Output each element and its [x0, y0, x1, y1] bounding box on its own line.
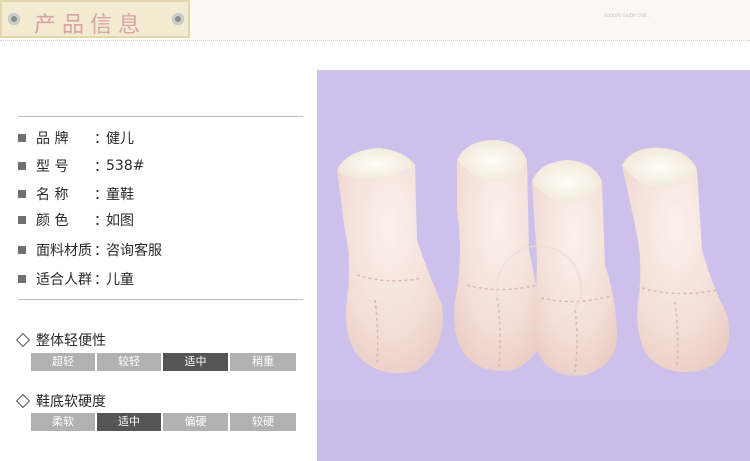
diamond-icon — [15, 393, 31, 409]
sole-option-selected: 适中 — [97, 413, 161, 431]
section-title: 产品信息 — [34, 13, 147, 38]
bullet-square-icon — [18, 275, 26, 283]
diamond-icon — [15, 332, 31, 348]
info-row-audience: 适合人群 ： 儿童 — [18, 270, 134, 288]
bullet-square-icon — [18, 216, 26, 224]
header-fine-print: SOOLOO GIUDIY CUB... — [604, 13, 650, 18]
sole-section-title: 鞋底软硬度 — [15, 391, 106, 411]
bullet-square-icon — [18, 134, 26, 142]
info-colon: ： — [94, 131, 108, 147]
info-row-model: 型 号 ： 538# — [18, 157, 144, 175]
boot-3 — [532, 160, 618, 376]
weight-section-title: 整体轻便性 — [15, 330, 106, 350]
weight-option-selected: 适中 — [163, 353, 228, 371]
bullet-square-icon — [18, 162, 26, 170]
info-value: 咨询客服 — [106, 243, 162, 259]
info-row-color: 颜 色 ： 如图 — [18, 211, 134, 229]
title-plaque: 产品信息 — [0, 0, 190, 38]
divider-top — [18, 116, 303, 117]
bullet-square-icon — [18, 190, 26, 198]
info-value: 如图 — [106, 213, 134, 229]
info-colon: ： — [94, 213, 108, 229]
info-label: 颜 色 — [36, 213, 69, 229]
sole-option: 偏硬 — [163, 413, 228, 431]
info-value: 健儿 — [106, 131, 134, 147]
sole-option: 柔软 — [31, 413, 95, 431]
info-colon: ： — [94, 272, 108, 288]
info-label: 品 牌 — [36, 131, 69, 147]
info-label: 名 称 — [36, 187, 69, 203]
baby-booties-illustration — [337, 140, 730, 376]
weight-option: 超轻 — [31, 353, 95, 371]
weight-option: 稍重 — [230, 353, 296, 371]
info-value: 儿童 — [106, 272, 134, 288]
info-label: 面料材质 — [36, 243, 92, 259]
info-row-brand: 品 牌 ： 健儿 — [18, 129, 134, 147]
sole-option: 较硬 — [230, 413, 296, 431]
header-divider — [0, 40, 750, 41]
info-value: 538# — [106, 158, 145, 174]
info-label: 适合人群 — [36, 272, 92, 288]
boot-2 — [453, 140, 543, 371]
boot-1 — [337, 148, 443, 374]
bullet-square-icon — [18, 246, 26, 254]
pin-icon — [172, 13, 184, 25]
info-colon: ： — [94, 187, 108, 203]
info-row-name: 名 称 ： 童鞋 — [18, 185, 134, 203]
product-photo — [317, 70, 750, 461]
pin-icon — [8, 13, 20, 25]
info-row-material: 面料材质 ： 咨询客服 — [18, 241, 162, 259]
info-colon: ： — [94, 243, 108, 259]
divider-bottom — [18, 299, 303, 300]
weight-option: 较轻 — [97, 353, 161, 371]
boot-4 — [622, 147, 730, 373]
info-colon: ： — [94, 159, 108, 175]
info-value: 童鞋 — [106, 187, 134, 203]
info-label: 型 号 — [36, 159, 69, 175]
